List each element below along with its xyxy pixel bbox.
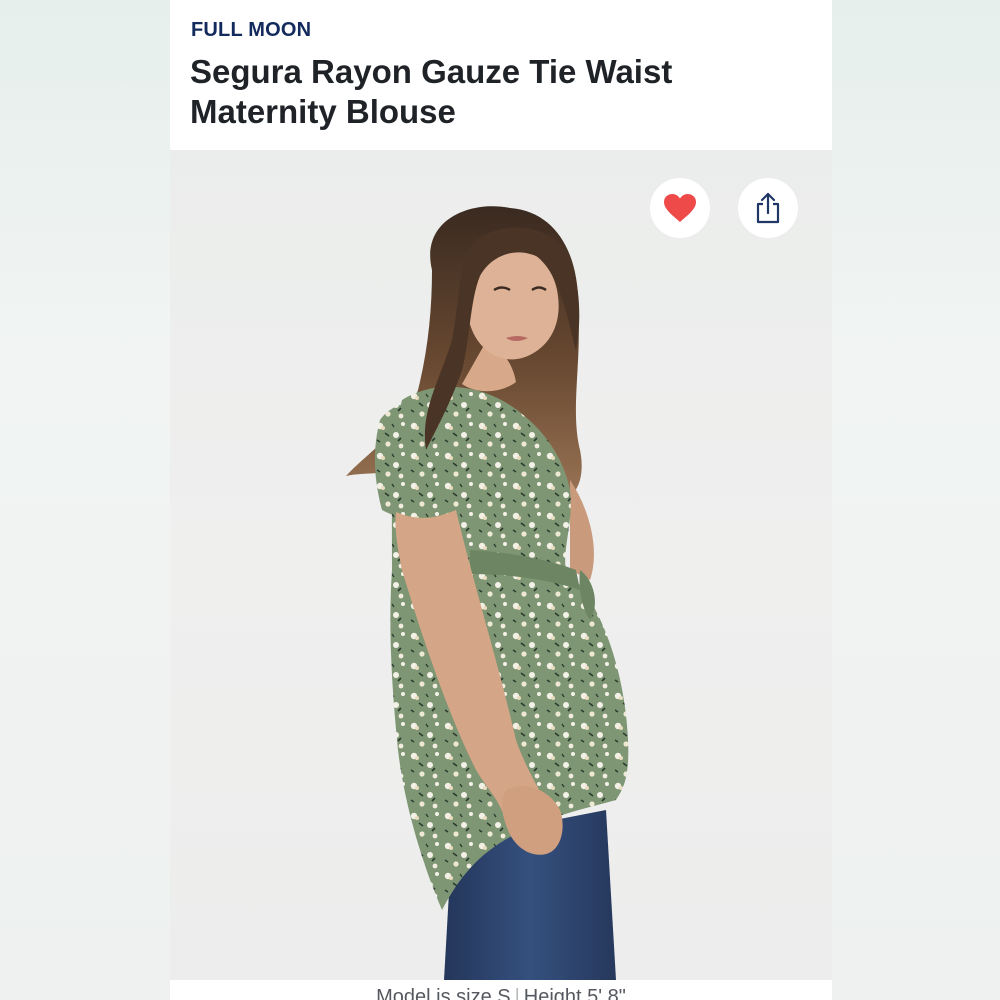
product-title: Segura Rayon Gauze Tie Waist Maternity B… bbox=[190, 53, 673, 130]
left-backdrop bbox=[0, 0, 170, 1000]
right-backdrop bbox=[832, 0, 1000, 1000]
share-button[interactable] bbox=[738, 178, 798, 238]
product-listing: FULL MOON Segura Rayon Gauze Tie Waist M… bbox=[170, 0, 832, 1000]
product-image[interactable] bbox=[170, 150, 832, 980]
model-photo bbox=[346, 206, 629, 980]
model-size-text: Model is size S bbox=[376, 986, 511, 1000]
share-icon bbox=[756, 192, 780, 224]
product-header: FULL MOON Segura Rayon Gauze Tie Waist M… bbox=[170, 0, 832, 150]
model-height-text: Height 5' 8" bbox=[523, 986, 626, 1000]
brand-name[interactable]: FULL MOON bbox=[191, 19, 311, 42]
model-info: Model is size S | Height 5' 8" bbox=[170, 986, 832, 1000]
heart-icon bbox=[664, 194, 696, 222]
favorite-button[interactable] bbox=[650, 178, 710, 238]
model-info-strip: Model is size S | Height 5' 8" bbox=[170, 980, 832, 1000]
separator: | bbox=[514, 986, 520, 1000]
